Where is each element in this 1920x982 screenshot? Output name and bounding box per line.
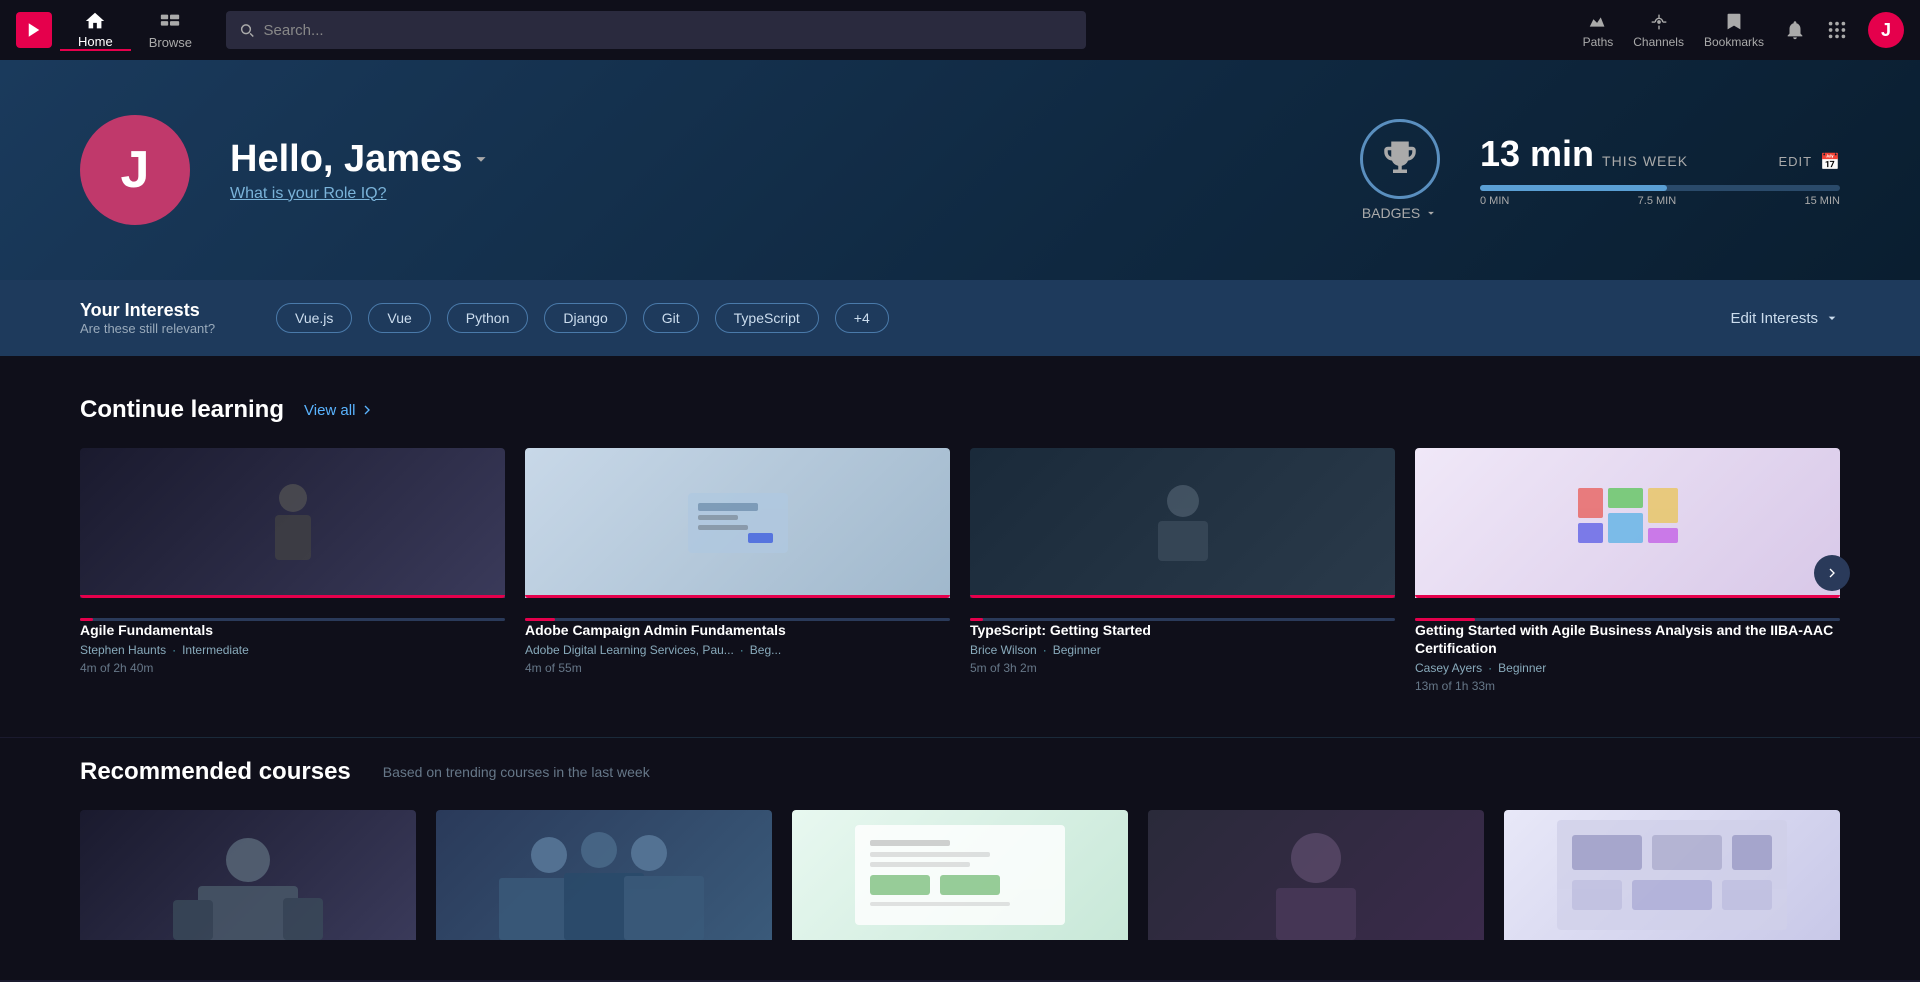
- card-info: TypeScript: Getting Started Brice Wilson…: [970, 598, 1395, 679]
- card-meta: Casey Ayers·Beginner: [1415, 661, 1840, 675]
- nav-right: Paths Channels Bookmarks J: [1583, 11, 1904, 49]
- card-info: Adobe Campaign Admin Fundamentals Adobe …: [525, 598, 950, 679]
- carousel-next-button[interactable]: [1814, 555, 1850, 591]
- hero-avatar: J: [80, 115, 190, 225]
- card-meta: Stephen Haunts·Intermediate: [80, 643, 505, 657]
- rec-thumb-3: [792, 810, 1128, 940]
- badges-section[interactable]: BADGES: [1360, 119, 1440, 221]
- dropdown-icon[interactable]: [470, 148, 492, 170]
- nav-browse[interactable]: Browse: [131, 11, 210, 50]
- search-bar: [226, 11, 1086, 49]
- nav-channels[interactable]: Channels: [1633, 11, 1684, 49]
- continue-learning-title: Continue learning: [80, 396, 284, 424]
- interests-info: Your Interests Are these still relevant?: [80, 300, 260, 336]
- interests-bar: Your Interests Are these still relevant?…: [0, 280, 1920, 356]
- card-meta: Adobe Digital Learning Services, Pau...·…: [525, 643, 950, 657]
- user-avatar[interactable]: J: [1868, 12, 1904, 48]
- hero-info: Hello, James What is your Role IQ?: [230, 138, 1320, 203]
- search-input[interactable]: [264, 22, 1075, 39]
- navigation: Home Browse Paths Channels Bookmarks J: [0, 0, 1920, 60]
- recommended-title: Recommended courses: [80, 758, 351, 786]
- rec-thumb-5: [1504, 810, 1840, 940]
- nav-paths[interactable]: Paths: [1583, 11, 1614, 49]
- card-title: TypeScript: Getting Started: [970, 621, 1395, 639]
- rec-card-3[interactable]: [792, 810, 1128, 940]
- rec-thumb-1: [80, 810, 416, 940]
- tag-vuejs[interactable]: Vue.js: [276, 303, 352, 333]
- tag-git[interactable]: Git: [643, 303, 699, 333]
- nav-bell[interactable]: [1784, 19, 1806, 41]
- tag-typescript[interactable]: TypeScript: [715, 303, 819, 333]
- nav-bookmarks[interactable]: Bookmarks: [1704, 11, 1764, 49]
- course-cards-row: Agile Fundamentals Stephen Haunts·Interm…: [80, 448, 1840, 697]
- stats-header: 13 min THIS WEEK EDIT 📅: [1480, 133, 1840, 175]
- nav-apps[interactable]: [1826, 19, 1848, 41]
- interests-title: Your Interests: [80, 300, 260, 321]
- card-title: Getting Started with Agile Business Anal…: [1415, 621, 1840, 657]
- hero-section: J Hello, James What is your Role IQ? BAD…: [0, 60, 1920, 280]
- rec-card-1[interactable]: [80, 810, 416, 940]
- recommended-subtitle: Based on trending courses in the last we…: [383, 764, 650, 780]
- main-content: Continue learning View all: [0, 356, 1920, 737]
- tag-python[interactable]: Python: [447, 303, 529, 333]
- hero-stats: 13 min THIS WEEK EDIT 📅 0 MIN 7.5 MIN 15…: [1480, 133, 1840, 207]
- card-thumbnail: [1415, 448, 1840, 598]
- app-logo[interactable]: [16, 12, 52, 48]
- view-all-arrow-icon: [359, 402, 375, 418]
- course-card-agile-iiba[interactable]: Getting Started with Agile Business Anal…: [1415, 448, 1840, 697]
- card-thumbnail: [525, 448, 950, 598]
- rec-card-5[interactable]: [1504, 810, 1840, 940]
- calendar-icon[interactable]: 📅: [1820, 152, 1840, 172]
- rec-card-2[interactable]: [436, 810, 772, 940]
- stats-week: THIS WEEK: [1602, 153, 1688, 169]
- card-time: 4m of 2h 40m: [80, 661, 505, 675]
- card-thumbnail: [80, 448, 505, 598]
- course-card-agile-fundamentals[interactable]: Agile Fundamentals Stephen Haunts·Interm…: [80, 448, 505, 697]
- edit-interests-button[interactable]: Edit Interests: [1730, 310, 1840, 327]
- rec-thumb-2: [436, 810, 772, 940]
- card-title: Agile Fundamentals: [80, 621, 505, 639]
- card-thumbnail: [970, 448, 1395, 598]
- card-title: Adobe Campaign Admin Fundamentals: [525, 621, 950, 639]
- course-card-typescript[interactable]: TypeScript: Getting Started Brice Wilson…: [970, 448, 1395, 697]
- card-info: Agile Fundamentals Stephen Haunts·Interm…: [80, 598, 505, 679]
- tag-django[interactable]: Django: [544, 303, 626, 333]
- role-iq-link[interactable]: What is your Role IQ?: [230, 185, 1320, 203]
- hero-greeting: Hello, James: [230, 138, 1320, 181]
- progress-labels: 0 MIN 7.5 MIN 15 MIN: [1480, 195, 1840, 207]
- tag-more[interactable]: +4: [835, 303, 889, 333]
- badges-label[interactable]: BADGES: [1362, 205, 1438, 221]
- tag-vue[interactable]: Vue: [368, 303, 430, 333]
- recommended-header: Recommended courses Based on trending co…: [80, 758, 1840, 786]
- nav-home[interactable]: Home: [60, 10, 131, 51]
- rec-thumb-4: [1148, 810, 1484, 940]
- course-card-adobe-campaign[interactable]: Adobe Campaign Admin Fundamentals Adobe …: [525, 448, 950, 697]
- edit-interests-chevron: [1824, 310, 1840, 326]
- recommended-cards-row: [80, 810, 1840, 940]
- interests-subtitle: Are these still relevant?: [80, 321, 260, 336]
- chevron-right-icon: [1824, 565, 1840, 581]
- card-time: 5m of 3h 2m: [970, 661, 1395, 675]
- trophy-icon: [1379, 138, 1421, 180]
- recommended-section: Recommended courses Based on trending co…: [0, 738, 1920, 980]
- search-icon: [238, 21, 255, 39]
- stats-time: 13 min: [1480, 133, 1594, 175]
- card-time: 4m of 55m: [525, 661, 950, 675]
- badges-chevron: [1424, 206, 1438, 220]
- badge-circle: [1360, 119, 1440, 199]
- view-all-link[interactable]: View all: [304, 402, 375, 419]
- continue-learning-carousel: Agile Fundamentals Stephen Haunts·Interm…: [80, 448, 1840, 697]
- card-meta: Brice Wilson·Beginner: [970, 643, 1395, 657]
- weekly-progress: 0 MIN 7.5 MIN 15 MIN: [1480, 185, 1840, 207]
- edit-stats-button[interactable]: EDIT: [1778, 154, 1812, 169]
- continue-learning-header: Continue learning View all: [80, 396, 1840, 424]
- card-info: Getting Started with Agile Business Anal…: [1415, 598, 1840, 697]
- card-time: 13m of 1h 33m: [1415, 679, 1840, 693]
- rec-card-4[interactable]: [1148, 810, 1484, 940]
